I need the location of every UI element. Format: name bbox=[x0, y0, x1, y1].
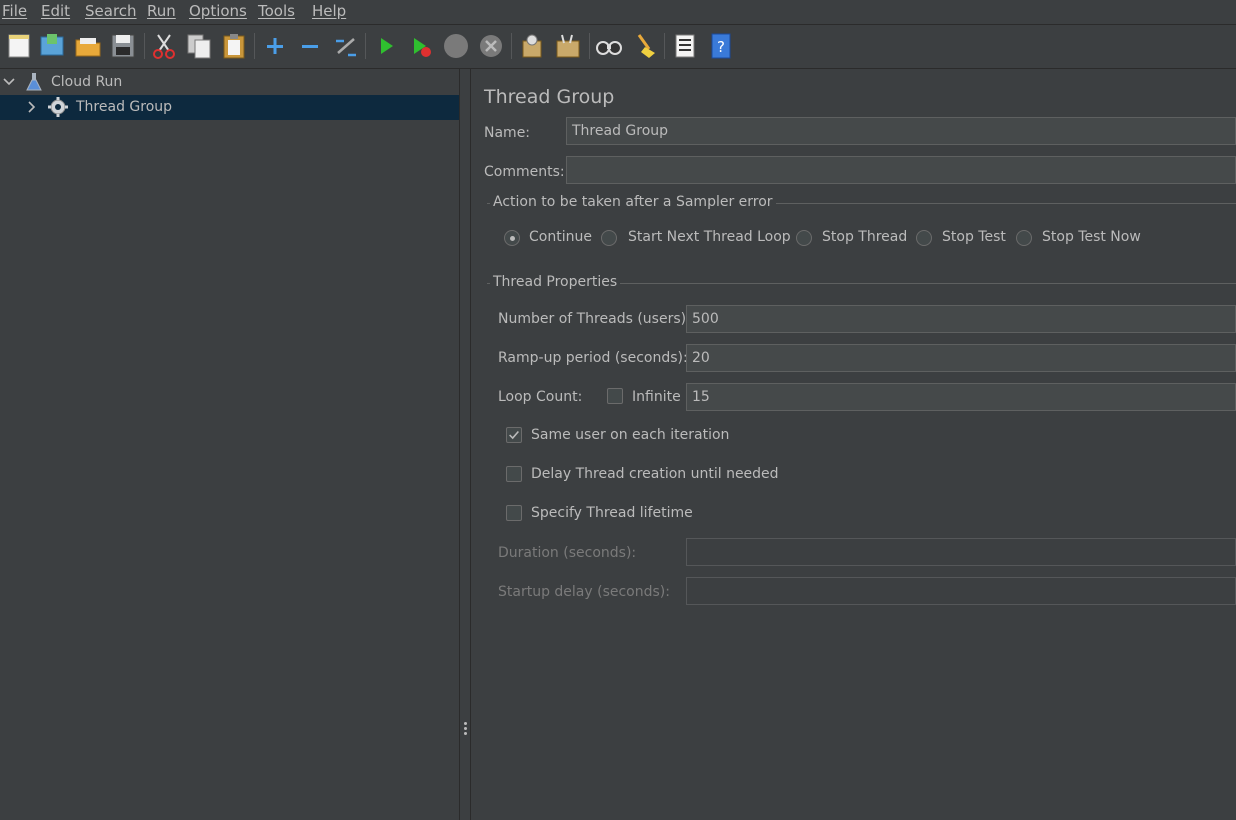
stop-icon[interactable] bbox=[441, 31, 471, 61]
same-user-checkbox[interactable] bbox=[506, 427, 522, 443]
comments-label: Comments: bbox=[484, 164, 565, 180]
rampup-label: Ramp-up period (seconds): bbox=[498, 350, 688, 366]
menu-run[interactable]: Run bbox=[147, 2, 176, 20]
chevron-right-icon[interactable] bbox=[25, 100, 39, 114]
toolbar-separator bbox=[664, 33, 665, 59]
menu-file[interactable]: File bbox=[2, 2, 27, 20]
radio-label-stop-test[interactable]: Stop Test bbox=[942, 229, 1006, 245]
toolbar: ? bbox=[0, 25, 1236, 69]
infinite-label[interactable]: Infinite bbox=[632, 389, 681, 405]
grip-dot bbox=[464, 727, 467, 730]
menu-help[interactable]: Help bbox=[312, 2, 346, 20]
radio-label-stop-test-now[interactable]: Stop Test Now bbox=[1042, 229, 1141, 245]
duration-field[interactable] bbox=[686, 538, 1236, 566]
toolbar-separator bbox=[589, 33, 590, 59]
start-no-pauses-icon[interactable] bbox=[406, 31, 436, 61]
tree-node-cloud-run[interactable]: Cloud Run bbox=[0, 70, 459, 95]
infinite-checkbox[interactable] bbox=[607, 388, 623, 404]
function-helper-icon[interactable] bbox=[670, 31, 700, 61]
collapse-icon[interactable] bbox=[295, 31, 325, 61]
new-icon[interactable] bbox=[4, 31, 34, 61]
toolbar-separator bbox=[254, 33, 255, 59]
toggle-icon[interactable] bbox=[330, 31, 360, 61]
checkmark-icon bbox=[509, 430, 519, 440]
menu-bar: File Edit Search Run Options Tools Help bbox=[0, 0, 1236, 25]
shutdown-icon[interactable] bbox=[476, 31, 506, 61]
menu-tools[interactable]: Tools bbox=[258, 2, 295, 20]
templates-icon[interactable] bbox=[37, 31, 67, 61]
loop-count-field[interactable]: 15 bbox=[686, 383, 1236, 411]
delay-thread-label[interactable]: Delay Thread creation until needed bbox=[531, 466, 779, 482]
startup-delay-label: Startup delay (seconds): bbox=[498, 584, 670, 600]
threads-label: Number of Threads (users): bbox=[498, 311, 691, 327]
toolbar-separator bbox=[365, 33, 366, 59]
loop-count-label: Loop Count: bbox=[498, 389, 583, 405]
help-icon[interactable]: ? bbox=[706, 31, 736, 61]
grip-dot bbox=[464, 732, 467, 735]
tree-label: Thread Group bbox=[76, 99, 173, 115]
radio-continue[interactable] bbox=[504, 230, 520, 246]
search-icon[interactable] bbox=[594, 31, 624, 61]
name-label: Name: bbox=[484, 125, 531, 141]
rampup-field[interactable]: 20 bbox=[686, 344, 1236, 372]
tree-label: Cloud Run bbox=[51, 74, 123, 90]
menu-edit[interactable]: Edit bbox=[41, 2, 70, 20]
cut-icon[interactable] bbox=[149, 31, 179, 61]
radio-stop-thread[interactable] bbox=[796, 230, 812, 246]
thread-properties-title: Thread Properties bbox=[490, 274, 621, 290]
clear-all-icon[interactable] bbox=[553, 31, 583, 61]
grip-dot bbox=[464, 722, 467, 725]
split-divider[interactable] bbox=[459, 69, 471, 820]
menu-search[interactable]: Search bbox=[85, 2, 137, 20]
open-icon[interactable] bbox=[73, 31, 103, 61]
tree-node-thread-group[interactable]: Thread Group bbox=[0, 95, 459, 120]
clear-icon[interactable] bbox=[517, 31, 547, 61]
chevron-down-icon[interactable] bbox=[2, 75, 16, 89]
menu-options[interactable]: Options bbox=[189, 2, 247, 20]
panel-title: Thread Group bbox=[484, 86, 615, 108]
expand-icon[interactable] bbox=[260, 31, 290, 61]
thread-group-panel: Thread Group Name: Thread Group Comments… bbox=[471, 69, 1236, 820]
svg-text:?: ? bbox=[717, 38, 725, 56]
name-field[interactable]: Thread Group bbox=[566, 117, 1236, 145]
radio-label-start-next-thread-loop[interactable]: Start Next Thread Loop bbox=[628, 229, 791, 245]
reset-search-icon[interactable] bbox=[629, 31, 659, 61]
radio-stop-test-now[interactable] bbox=[1016, 230, 1032, 246]
same-user-label[interactable]: Same user on each iteration bbox=[531, 427, 729, 443]
radio-label-stop-thread[interactable]: Stop Thread bbox=[822, 229, 907, 245]
toolbar-separator bbox=[144, 33, 145, 59]
comments-field[interactable] bbox=[566, 156, 1236, 184]
toolbar-separator bbox=[511, 33, 512, 59]
radio-stop-test[interactable] bbox=[916, 230, 932, 246]
startup-delay-field[interactable] bbox=[686, 577, 1236, 605]
sampler-error-title: Action to be taken after a Sampler error bbox=[490, 194, 776, 210]
radio-start-next-thread-loop[interactable] bbox=[601, 230, 617, 246]
save-icon[interactable] bbox=[108, 31, 138, 61]
radio-label-continue[interactable]: Continue bbox=[529, 229, 592, 245]
gear-icon bbox=[48, 97, 68, 117]
lifetime-checkbox[interactable] bbox=[506, 505, 522, 521]
start-icon[interactable] bbox=[371, 31, 401, 61]
test-plan-tree: Cloud Run Thread Group bbox=[0, 69, 459, 820]
lifetime-label[interactable]: Specify Thread lifetime bbox=[531, 505, 693, 521]
paste-icon[interactable] bbox=[219, 31, 249, 61]
delay-thread-checkbox[interactable] bbox=[506, 466, 522, 482]
flask-icon bbox=[24, 72, 44, 92]
duration-label: Duration (seconds): bbox=[498, 545, 637, 561]
threads-field[interactable]: 500 bbox=[686, 305, 1236, 333]
copy-icon[interactable] bbox=[184, 31, 214, 61]
